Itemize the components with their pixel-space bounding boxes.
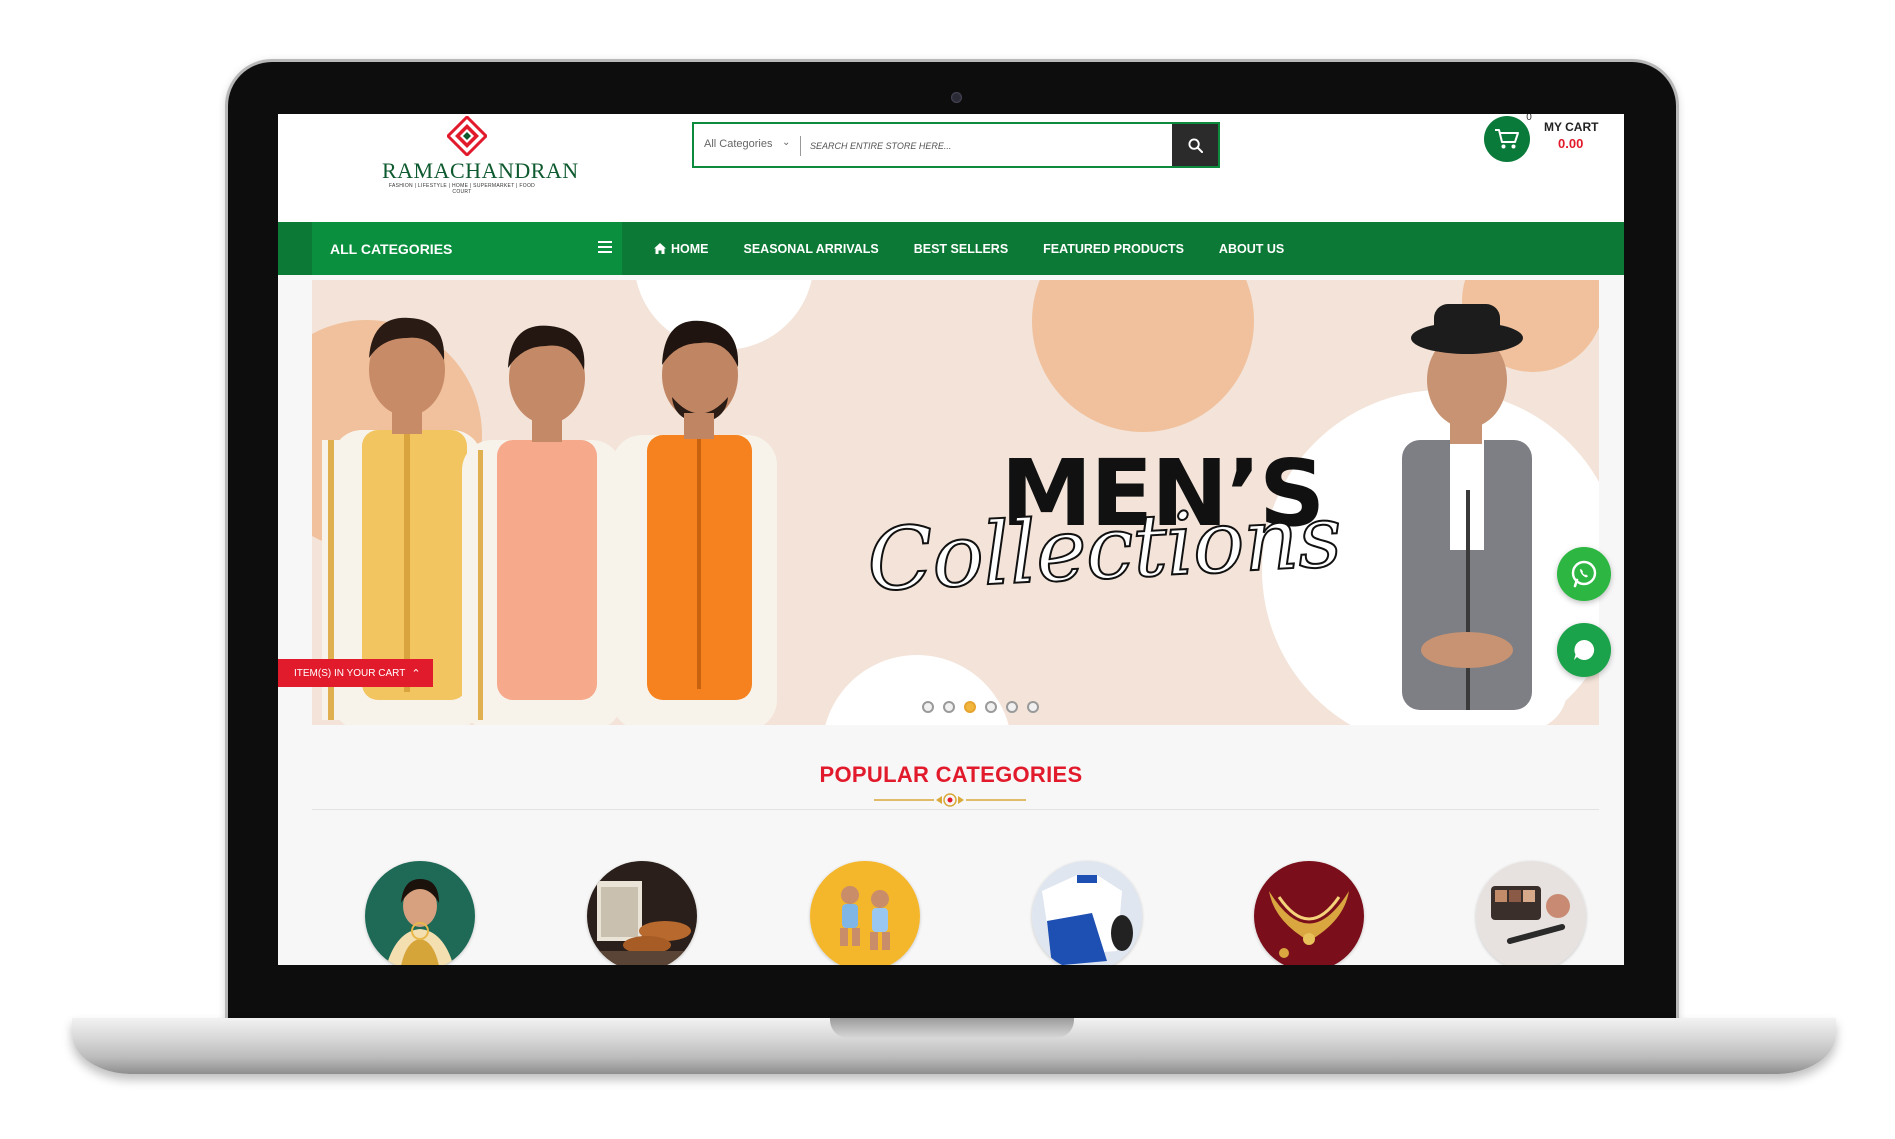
model-figure	[1362, 304, 1567, 725]
category-jewellery[interactable]	[1254, 861, 1364, 965]
title-ornament-icon	[874, 793, 1026, 807]
cart-count-badge: 0	[1526, 114, 1532, 123]
search-bar: All Categories ⌄	[692, 122, 1220, 168]
hamburger-icon[interactable]	[598, 241, 612, 253]
search-category-select[interactable]: All Categories	[704, 138, 772, 150]
whatsapp-icon	[1571, 560, 1597, 588]
category-sportswear[interactable]	[1032, 861, 1142, 965]
whatsapp-button[interactable]	[1557, 547, 1611, 601]
cart-label[interactable]: MY CART	[1544, 120, 1598, 134]
site-logo[interactable]: RAMACHANDRAN FASHION | LIFESTYLE | HOME …	[382, 116, 579, 195]
nav-links: HOME SEASONAL ARRIVALS BEST SELLERS FEAT…	[654, 222, 1319, 275]
search-input[interactable]	[810, 133, 1140, 159]
jewellery-category-image	[1254, 861, 1364, 965]
section-divider	[312, 809, 1599, 810]
carousel-dot[interactable]	[1006, 701, 1018, 713]
search-icon	[1187, 137, 1203, 153]
nav-link-home[interactable]: HOME	[654, 242, 709, 256]
chat-icon	[1574, 639, 1595, 660]
carousel-dot[interactable]	[985, 701, 997, 713]
all-categories-label: ALL CATEGORIES	[330, 241, 453, 257]
nav-link-seasonal-arrivals[interactable]: SEASONAL ARRIVALS	[744, 242, 879, 256]
sportswear-category-image	[1032, 861, 1142, 965]
chevron-down-icon[interactable]: ⌄	[782, 137, 790, 148]
nav-link-featured-products[interactable]: FEATURED PRODUCTS	[1043, 242, 1184, 256]
cart-ribbon-label: ITEM(S) IN YOUR CART	[294, 667, 406, 679]
search-button[interactable]	[1172, 124, 1218, 166]
laptop-notch	[830, 1018, 1074, 1038]
all-categories-menu[interactable]: ALL CATEGORIES	[312, 222, 622, 275]
nav-link-best-sellers[interactable]: BEST SELLERS	[914, 242, 1008, 256]
main-navigation: ALL CATEGORIES HOME SEASONAL ARRIVALS BE…	[278, 222, 1624, 275]
footwear-category-image	[587, 861, 697, 965]
website-screen: RAMACHANDRAN FASHION | LIFESTYLE | HOME …	[278, 114, 1624, 965]
popular-categories-title: POPULAR CATEGORIES	[819, 762, 1083, 787]
cosmetics-category-image	[1476, 861, 1586, 965]
site-header: RAMACHANDRAN FASHION | LIFESTYLE | HOME …	[278, 114, 1624, 222]
carousel-dot-active[interactable]	[964, 701, 976, 713]
logo-emblem-icon	[447, 116, 487, 156]
category-saree[interactable]	[365, 861, 475, 965]
carousel-dot[interactable]	[1027, 701, 1039, 713]
search-separator	[800, 136, 801, 156]
nav-link-about-us[interactable]: ABOUT US	[1219, 242, 1284, 256]
banner-decor-circle	[1032, 280, 1254, 432]
webcam-icon	[951, 92, 962, 103]
category-cosmetics[interactable]	[1476, 861, 1586, 965]
logo-tagline: FASHION | LIFESTYLE | HOME | SUPERMARKET…	[388, 183, 536, 195]
category-kids[interactable]	[810, 861, 920, 965]
home-icon	[654, 243, 666, 254]
carousel-dot[interactable]	[922, 701, 934, 713]
category-footwear[interactable]	[587, 861, 697, 965]
banner-decor-circle	[822, 655, 1012, 725]
chat-button[interactable]	[1557, 623, 1611, 677]
cart-icon	[1495, 129, 1519, 149]
kids-category-image	[810, 861, 920, 965]
cart-items-ribbon[interactable]: ITEM(S) IN YOUR CART ⌃	[278, 659, 433, 687]
category-list	[365, 861, 1586, 965]
carousel-dots	[922, 701, 1039, 713]
chevron-up-icon: ⌃	[411, 667, 421, 680]
model-figure	[612, 320, 777, 725]
logo-wordmark: RAMACHANDRAN	[382, 158, 579, 183]
cart-amount: 0.00	[1558, 136, 1584, 151]
hero-banner[interactable]: MEN’S Collections	[312, 280, 1599, 725]
nav-link-label: HOME	[671, 241, 709, 256]
saree-category-image	[365, 861, 475, 965]
banner-script-text: Collections	[864, 486, 1345, 613]
carousel-dot[interactable]	[943, 701, 955, 713]
